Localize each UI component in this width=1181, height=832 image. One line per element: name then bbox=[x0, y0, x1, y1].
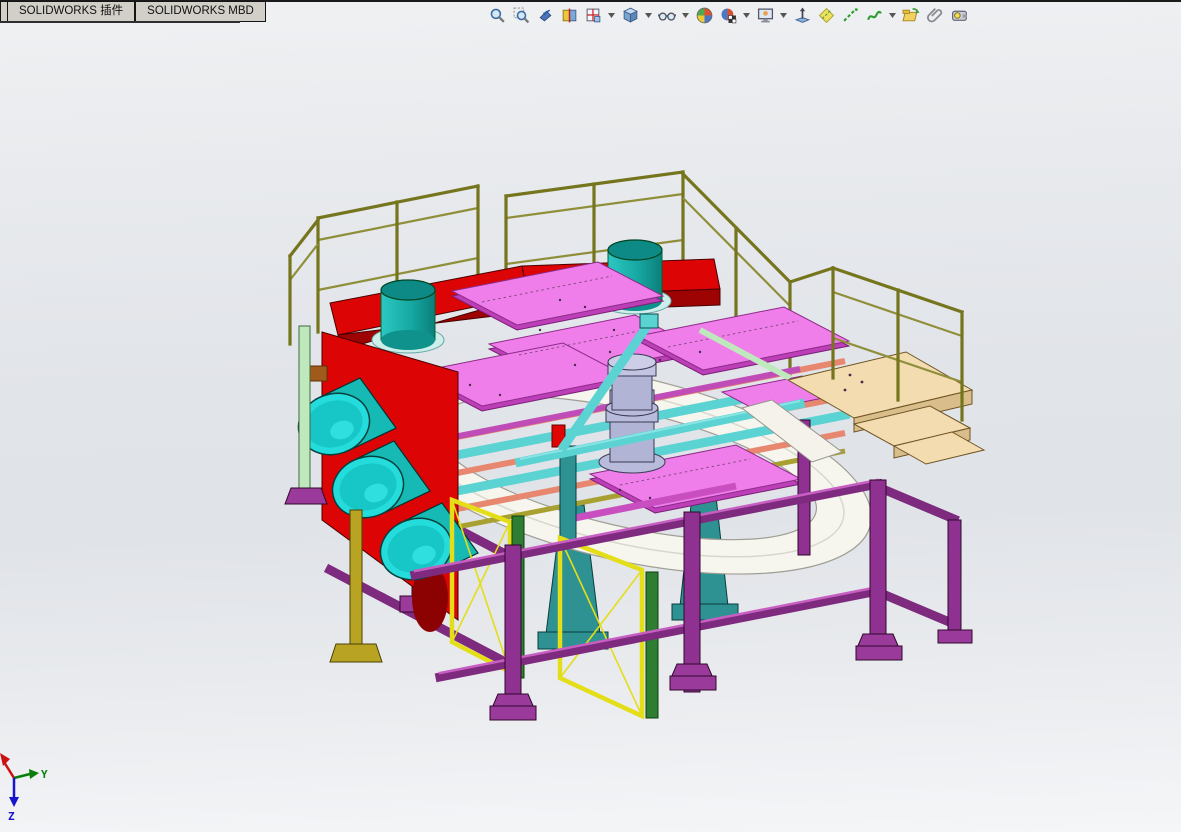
arrow-plane-icon bbox=[794, 7, 810, 23]
eyeglasses-icon bbox=[658, 11, 676, 21]
magnifier-icon bbox=[490, 8, 505, 23]
view-orientation-dropdown[interactable] bbox=[607, 4, 616, 26]
planes-visibility-button[interactable] bbox=[816, 4, 836, 26]
tab-edge-fragment[interactable] bbox=[0, 1, 7, 22]
tab-solidworks-mbd[interactable]: SOLIDWORKS MBD bbox=[135, 1, 266, 22]
zoom-to-fit-button[interactable] bbox=[487, 4, 507, 26]
orientation-triad: Y Z bbox=[0, 753, 48, 823]
plane-diamond-icon bbox=[818, 7, 834, 23]
hide-show-items-dropdown[interactable] bbox=[681, 4, 690, 26]
tabbar-shadow bbox=[0, 21, 240, 23]
display-style-button[interactable] bbox=[620, 4, 640, 26]
view-settings-button[interactable] bbox=[755, 4, 775, 26]
teal-deck-post[interactable] bbox=[559, 445, 577, 541]
folder-arrows-icon bbox=[902, 7, 920, 21]
monitor-hand-icon bbox=[757, 7, 773, 22]
curves-visibility-dropdown[interactable] bbox=[888, 4, 897, 26]
scene-sphere-icon bbox=[721, 8, 736, 23]
command-manager-tabbar: SOLIDWORKS 插件 SOLIDWORKS MBD bbox=[0, 1, 266, 23]
hide-show-items-button[interactable] bbox=[657, 4, 677, 26]
shaded-cube-icon bbox=[622, 7, 638, 23]
solidworks-window: Y Z SOLIDWORKS 插件 SOLIDWORKS MBD bbox=[0, 0, 1181, 832]
display-style-dropdown[interactable] bbox=[644, 4, 653, 26]
center-rotary-motor[interactable] bbox=[598, 353, 666, 474]
heads-up-toolbar bbox=[487, 2, 969, 28]
reuse-file-button[interactable] bbox=[901, 4, 921, 26]
color-sphere-icon bbox=[696, 7, 712, 23]
curves-visibility-button[interactable] bbox=[864, 4, 884, 26]
graphics-viewport[interactable]: Y Z bbox=[0, 0, 1181, 832]
attachments-button[interactable] bbox=[925, 4, 945, 26]
tab-solidworks-addins[interactable]: SOLIDWORKS 插件 bbox=[7, 1, 136, 22]
orientation-cube-icon bbox=[586, 8, 600, 22]
teal-hopper-left[interactable] bbox=[371, 279, 445, 354]
apply-scene-dropdown[interactable] bbox=[742, 4, 751, 26]
section-cube-icon bbox=[562, 8, 576, 22]
section-view-button[interactable] bbox=[559, 4, 579, 26]
axes-visibility-button[interactable] bbox=[840, 4, 860, 26]
previous-view-button[interactable] bbox=[535, 4, 555, 26]
pink-plate bbox=[636, 306, 851, 371]
triad-y-label: Y bbox=[41, 768, 48, 781]
tape-measure-icon bbox=[951, 10, 967, 21]
cad-model-canvas[interactable]: Y Z bbox=[0, 0, 1181, 832]
view-orientation-button[interactable] bbox=[583, 4, 603, 26]
apply-scene-button[interactable] bbox=[718, 4, 738, 26]
paperclip-icon bbox=[926, 7, 942, 22]
measure-button[interactable] bbox=[949, 4, 969, 26]
magnifier-area-icon bbox=[513, 7, 529, 23]
zoom-to-area-button[interactable] bbox=[511, 4, 531, 26]
dashed-axis-icon bbox=[842, 7, 858, 22]
spyglass-arrow-icon bbox=[539, 9, 551, 21]
view-settings-dropdown[interactable] bbox=[779, 4, 788, 26]
triad-z-label: Z bbox=[8, 810, 15, 823]
curve-icon bbox=[866, 10, 882, 20]
instant3d-button[interactable] bbox=[792, 4, 812, 26]
edit-appearance-button[interactable] bbox=[694, 4, 714, 26]
